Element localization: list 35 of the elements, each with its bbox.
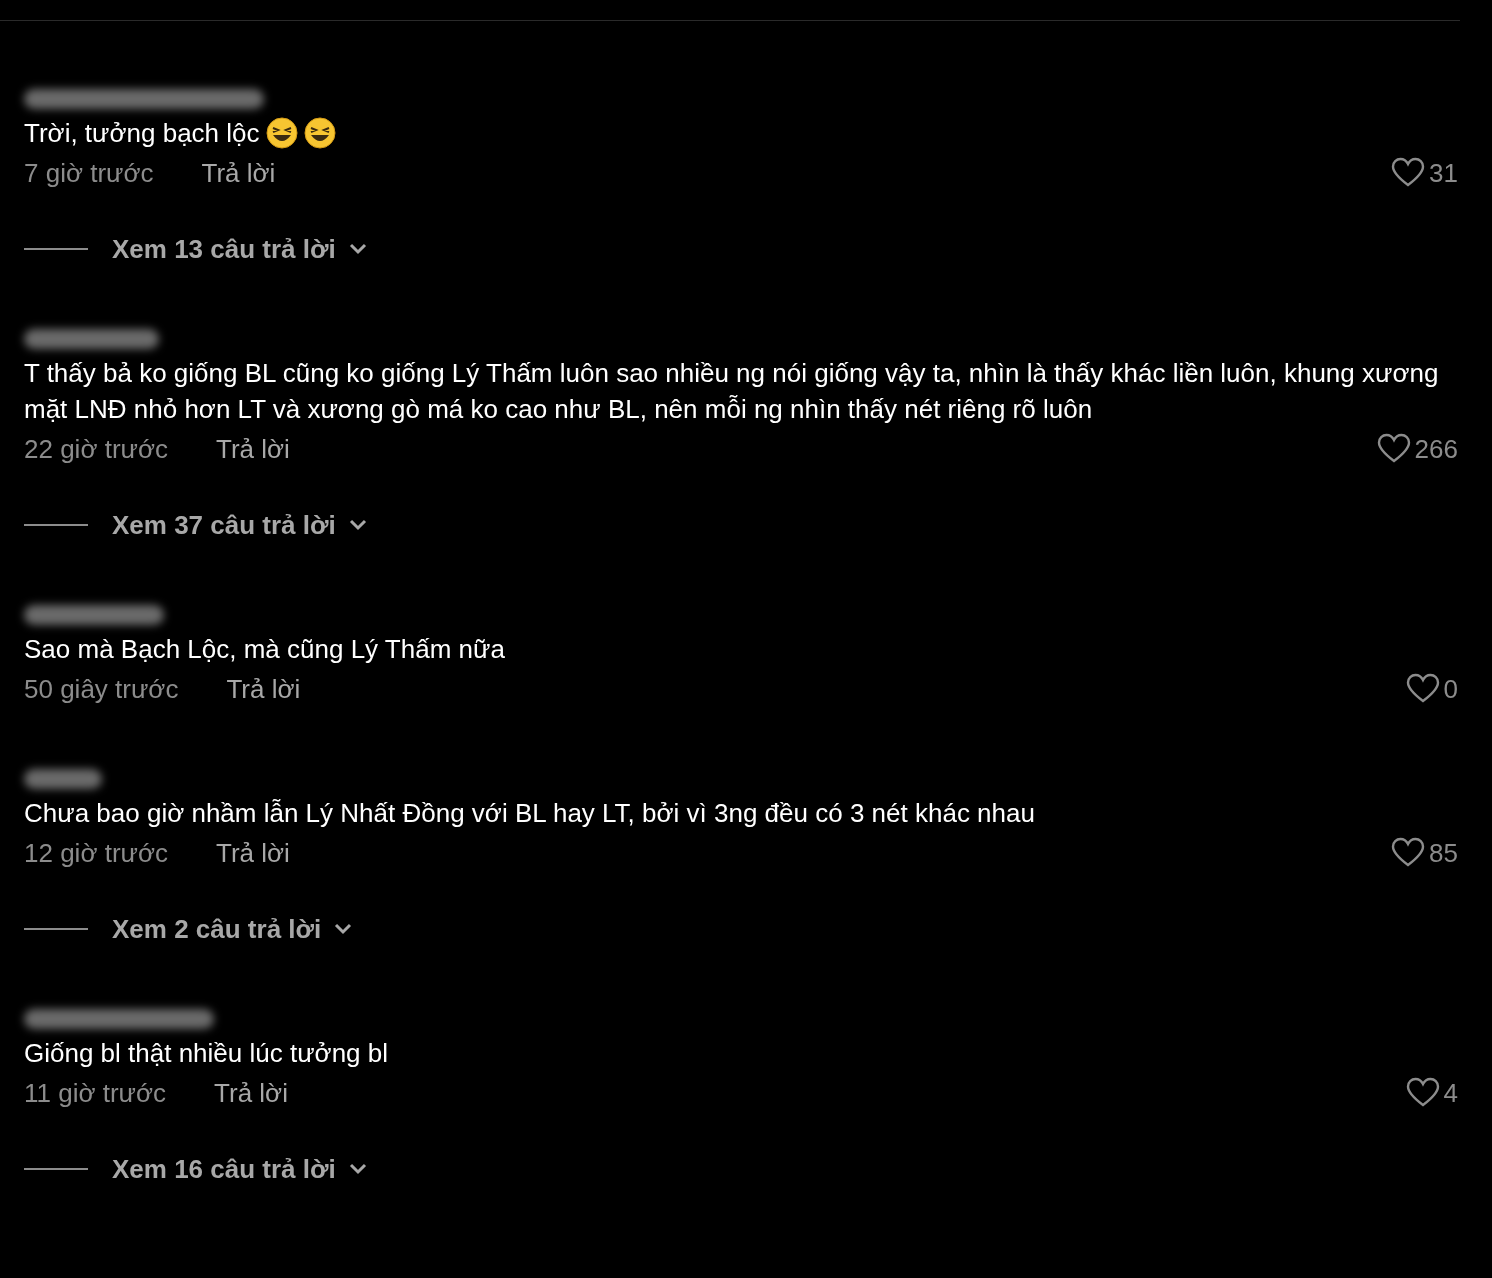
heart-icon[interactable] [1391,157,1426,189]
laughing-emoji-icon [303,117,336,149]
heart-icon[interactable] [1405,1077,1440,1109]
view-replies-button[interactable]: Xem 13 câu trả lời [112,233,368,265]
like-count: 4 [1443,1077,1458,1109]
comment-text: T thấy bả ko giống BL cũng ko giống Lý Thấm luôn sao nhiều ng nói giống vậy ta, nhìn là thấy khác liền luôn, khung xương mặt LNĐ nhỏ hơn LT và xương gò má ko cao như BL, nên mỗi ng nhìn thấy nét riêng rõ luôn [24,357,1440,426]
chevron-down-icon [347,518,368,532]
reply-link[interactable]: Trả lời [201,157,276,189]
comment-time: 7 giờ trước [24,157,154,189]
reply-link[interactable]: Trả lời [216,837,290,869]
view-replies-button[interactable]: Xem 16 câu trả lời [112,1153,368,1185]
view-replies-button[interactable]: Xem 2 câu trả lời [112,913,354,945]
chevron-down-icon [333,922,354,936]
comment-time: 22 giờ trước [24,433,168,465]
comment-time: 11 giờ trước [24,1077,167,1109]
like-count: 266 [1414,433,1458,465]
chevron-down-icon [347,1162,368,1176]
chevron-down-icon [347,242,368,256]
like-count: 0 [1443,673,1458,705]
reply-link[interactable]: Trả lời [226,673,301,705]
heart-icon[interactable] [1405,673,1440,705]
comment-text: Sao mà Bạch Lộc, mà cũng Lý Thấm nữa [24,633,505,666]
comment-text: Chưa bao giờ nhầm lẫn Lý Nhất Đồng với BL hay LT, bởi vì 3ng đều có 3 nét khác nhau [24,797,1035,830]
heart-icon[interactable] [1391,837,1426,869]
reply-link[interactable]: Trả lời [216,433,290,465]
comment-time: 50 giây trước [24,673,179,705]
like-count: 85 [1429,837,1458,869]
comment-time: 12 giờ trước [24,837,168,869]
comment-text: Trời, tưởng bạch lộc [24,117,260,150]
heart-icon[interactable] [1376,433,1411,465]
laughing-emoji-icon [265,117,298,149]
view-replies-button[interactable]: Xem 37 câu trả lời [112,509,368,541]
comment-text: Giống bl thật nhiều lúc tưởng bl [24,1037,388,1070]
reply-link[interactable]: Trả lời [214,1077,288,1109]
like-count: 31 [1429,157,1458,189]
